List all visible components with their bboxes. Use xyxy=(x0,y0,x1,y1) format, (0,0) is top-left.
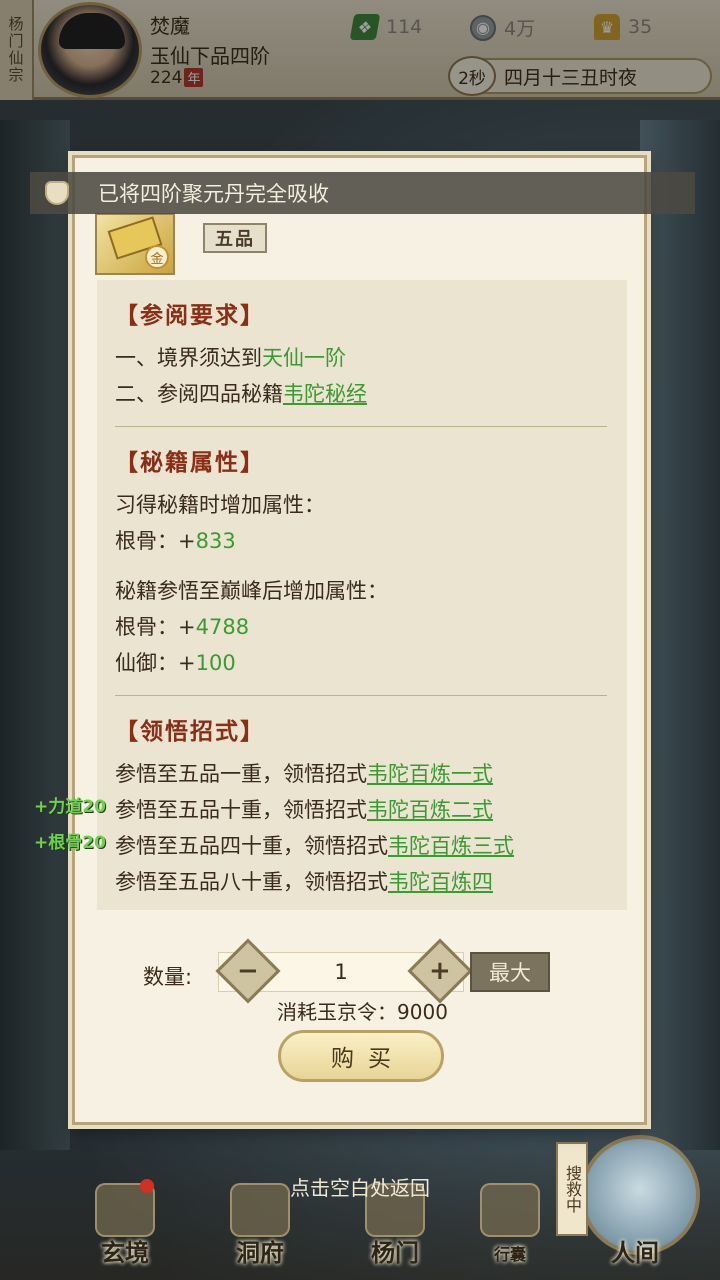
requirement-realm: 一、境界须达到天仙一阶 xyxy=(115,346,346,370)
rank-badge: 金 xyxy=(145,245,169,269)
move-link[interactable]: 韦陀百炼三式 xyxy=(388,834,514,858)
move-item: 参悟至五品一重，领悟招式韦陀百炼一式 xyxy=(115,762,493,786)
minus-icon: − xyxy=(237,955,259,986)
learn-heading: 习得秘籍时增加属性： xyxy=(115,493,325,517)
move-link[interactable]: 韦陀百炼一式 xyxy=(367,762,493,786)
return-hint[interactable]: 点击空白处返回 xyxy=(0,1172,720,1201)
bell-icon xyxy=(36,172,78,214)
move-link[interactable]: 韦陀百炼四 xyxy=(388,870,493,894)
skill-book-dialog: 金 五品 【参阅要求】 一、境界须达到天仙一阶 二、参阅四品秘籍韦陀秘经 【秘籍… xyxy=(72,155,647,1125)
buff-popup: +力道20 xyxy=(34,797,106,817)
cost-text: 消耗玉京令：9000 xyxy=(277,1000,448,1024)
skill-details-panel[interactable]: 【参阅要求】 一、境界须达到天仙一阶 二、参阅四品秘籍韦陀秘经 【秘籍属性】 习… xyxy=(97,280,627,910)
peak-heading: 秘籍参悟至巅峰后增加属性： xyxy=(115,579,388,603)
plus-icon: + xyxy=(429,955,451,986)
attributes-title: 【秘籍属性】 xyxy=(115,450,265,476)
quantity-label: 数量: xyxy=(143,965,193,989)
item-header: 金 五品 xyxy=(91,213,631,275)
moves-title: 【领悟招式】 xyxy=(115,719,265,745)
requirements-title: 【参阅要求】 xyxy=(115,303,265,329)
move-item: 参悟至五品十重，领悟招式韦陀百炼二式 xyxy=(115,798,493,822)
move-link[interactable]: 韦陀百炼二式 xyxy=(367,798,493,822)
divider xyxy=(115,695,607,696)
toast-text: 已将四阶聚元丹完全吸收 xyxy=(98,182,329,206)
move-item: 参悟至五品八十重，领悟招式韦陀百炼四 xyxy=(115,870,493,894)
required-realm: 天仙一阶 xyxy=(262,346,346,370)
peak-stat: 根骨：+4788 xyxy=(115,615,250,639)
grade-tag: 五品 xyxy=(203,223,267,253)
divider xyxy=(115,426,607,427)
peak-stat: 仙御：+100 xyxy=(115,651,236,675)
toast-notification: 已将四阶聚元丹完全吸收 xyxy=(30,172,695,214)
learn-stat: 根骨：+833 xyxy=(115,529,236,553)
requirement-book: 二、参阅四品秘籍韦陀秘经 xyxy=(115,382,367,406)
decrease-button[interactable]: − xyxy=(215,938,281,1004)
required-book-link[interactable]: 韦陀秘经 xyxy=(283,382,367,406)
skill-book-icon[interactable]: 金 xyxy=(95,213,175,275)
buff-popup: +根骨20 xyxy=(34,833,106,853)
move-item: 参悟至五品四十重，领悟招式韦陀百炼三式 xyxy=(115,834,514,858)
max-button[interactable]: 最大 xyxy=(470,952,550,992)
increase-button[interactable]: + xyxy=(407,938,473,1004)
buy-button[interactable]: 购买 xyxy=(278,1030,444,1082)
